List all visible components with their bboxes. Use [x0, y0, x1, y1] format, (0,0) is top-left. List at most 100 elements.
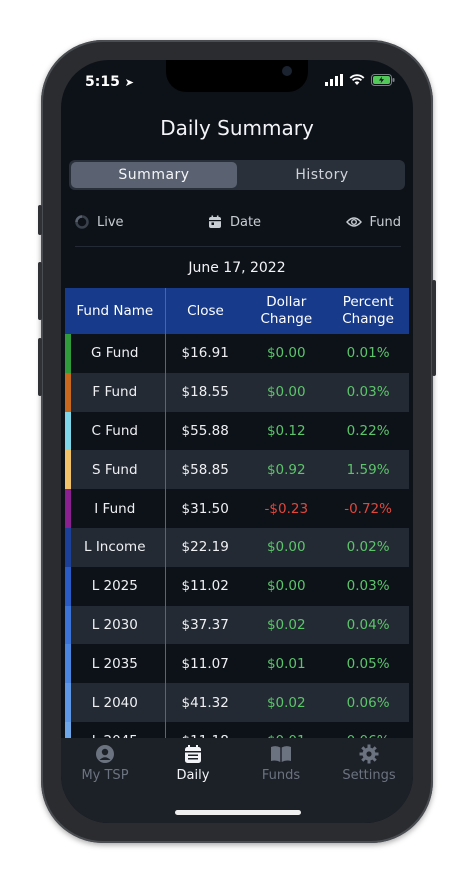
fund-color-bar [65, 605, 71, 645]
divider [75, 246, 401, 247]
header-percent-change-text: Percent Change [342, 294, 394, 327]
percent-change-cell: 0.02% [327, 527, 409, 567]
percent-change-cell: 0.01% [327, 334, 409, 373]
live-label: Live [97, 214, 124, 230]
header-close: Close [165, 288, 246, 334]
date-filter[interactable]: Date [208, 215, 261, 230]
table-row[interactable]: L 2040 $41.32 $0.02 0.06% [65, 683, 409, 722]
fund-color-bar [65, 566, 71, 606]
close-cell: $31.50 [165, 489, 246, 528]
filter-bar: Live Date Fund [75, 210, 401, 234]
fund-name-cell: L Income [65, 527, 166, 567]
percent-change-cell: 0.22% [327, 411, 409, 451]
dollar-change-cell: $0.02 [245, 605, 328, 645]
fund-name: L 2025 [91, 578, 138, 595]
close-cell: $11.02 [165, 566, 246, 606]
table-row[interactable]: L 2025 $11.02 $0.00 0.03% [65, 566, 409, 606]
fund-name: S Fund [91, 461, 138, 478]
fund-name: C Fund [91, 422, 138, 439]
fund-name-cell: G Fund [65, 334, 166, 373]
volume-up-button [38, 262, 42, 320]
fund-name: I Fund [94, 500, 136, 517]
table-row[interactable]: G Fund $16.91 $0.00 0.01% [65, 334, 409, 373]
table-row[interactable]: F Fund $18.55 $0.00 0.03% [65, 372, 409, 412]
percent-change-cell: 1.59% [327, 450, 409, 490]
percent-change-cell: 0.04% [327, 605, 409, 645]
status-time-text: 5:15 [85, 74, 120, 90]
fund-color-bar [65, 450, 71, 490]
dollar-change-cell: $0.92 [245, 450, 328, 490]
fund-color-bar [65, 644, 71, 684]
table-body: G Fund $16.91 $0.00 0.01% F Fund $18.55 $0.00 0… [65, 334, 409, 761]
dollar-change-cell: $0.00 [245, 566, 328, 606]
fund-color-bar [65, 372, 71, 412]
fund-name-cell: L 2030 [65, 605, 166, 645]
wifi-icon [349, 74, 365, 85]
fund-name: F Fund [92, 384, 138, 401]
dollar-change-cell: $0.12 [245, 411, 328, 451]
header-dollar-change: Dollar Change [245, 288, 328, 334]
percent-change-cell: 0.03% [327, 566, 409, 606]
tab-settings-label: Settings [342, 768, 396, 783]
live-filter[interactable]: Live [75, 215, 124, 230]
book-icon [271, 746, 291, 762]
battery-charging-icon [371, 74, 395, 86]
table-row[interactable]: S Fund $58.85 $0.92 1.59% [65, 450, 409, 490]
power-button [432, 280, 436, 376]
gear-icon [359, 744, 379, 764]
table-row[interactable]: L 2030 $37.37 $0.02 0.04% [65, 605, 409, 645]
tab-my-tsp[interactable]: My TSP [65, 744, 145, 823]
percent-change-cell: 0.06% [327, 683, 409, 722]
fund-name: G Fund [91, 345, 139, 362]
status-time: 5:15 ➤ [85, 74, 134, 90]
tab-funds-label: Funds [261, 768, 301, 783]
segmented-control: Summary History [69, 160, 405, 190]
fund-name-cell: I Fund [65, 489, 166, 528]
table-row[interactable]: L Income $22.19 $0.00 0.02% [65, 527, 409, 567]
segment-summary[interactable]: Summary [71, 162, 237, 188]
page-title: Daily Summary [160, 116, 314, 140]
fund-color-bar [65, 334, 71, 373]
fund-name-cell: L 2035 [65, 644, 166, 684]
segment-history[interactable]: History [239, 160, 405, 190]
fund-color-bar [65, 411, 71, 451]
close-cell: $11.07 [165, 644, 246, 684]
fund-name: L Income [84, 539, 146, 556]
percent-change-cell: -0.72% [327, 489, 409, 528]
dollar-change-cell: $0.00 [245, 372, 328, 412]
table-row[interactable]: C Fund $55.88 $0.12 0.22% [65, 411, 409, 451]
volume-down-button [38, 338, 42, 396]
fund-table: Fund Name Close Dollar Change Percent Ch… [65, 288, 409, 761]
tab-daily-label: Daily [176, 768, 210, 783]
fund-name: L 2040 [91, 694, 138, 711]
fund-filter[interactable]: Fund [345, 214, 402, 230]
close-cell: $41.32 [165, 683, 246, 722]
tab-settings[interactable]: Settings [329, 744, 409, 823]
fund-name: L 2030 [91, 616, 138, 633]
table-row[interactable]: L 2035 $11.07 $0.01 0.05% [65, 644, 409, 684]
home-indicator[interactable] [175, 810, 301, 815]
percent-change-cell: 0.05% [327, 644, 409, 684]
fund-name-cell: S Fund [65, 450, 166, 490]
percent-change-cell: 0.03% [327, 372, 409, 412]
close-cell: $22.19 [165, 527, 246, 567]
fund-name-cell: C Fund [65, 411, 166, 451]
fund-name: L 2035 [91, 655, 138, 672]
summary-date: June 17, 2022 [188, 260, 286, 276]
fund-name-cell: L 2040 [65, 683, 166, 722]
cellular-signal-icon [325, 74, 343, 86]
status-icons [325, 74, 395, 86]
notch [166, 60, 308, 92]
calendar-icon [208, 215, 221, 228]
fund-name-cell: L 2025 [65, 566, 166, 606]
person-circle-icon [96, 745, 114, 763]
app-screen: 5:15 ➤ Daily Summary Summary History Liv… [61, 60, 413, 823]
dollar-change-cell: $0.02 [245, 683, 328, 722]
location-arrow-icon: ➤ [124, 76, 134, 89]
fund-label: Fund [369, 214, 402, 230]
fund-name-cell: F Fund [65, 372, 166, 412]
fund-color-bar [65, 489, 71, 528]
table-row[interactable]: I Fund $31.50 -$0.23 -0.72% [65, 489, 409, 528]
header-fund-name: Fund Name [65, 288, 166, 334]
tab-my-tsp-label: My TSP [81, 768, 129, 783]
